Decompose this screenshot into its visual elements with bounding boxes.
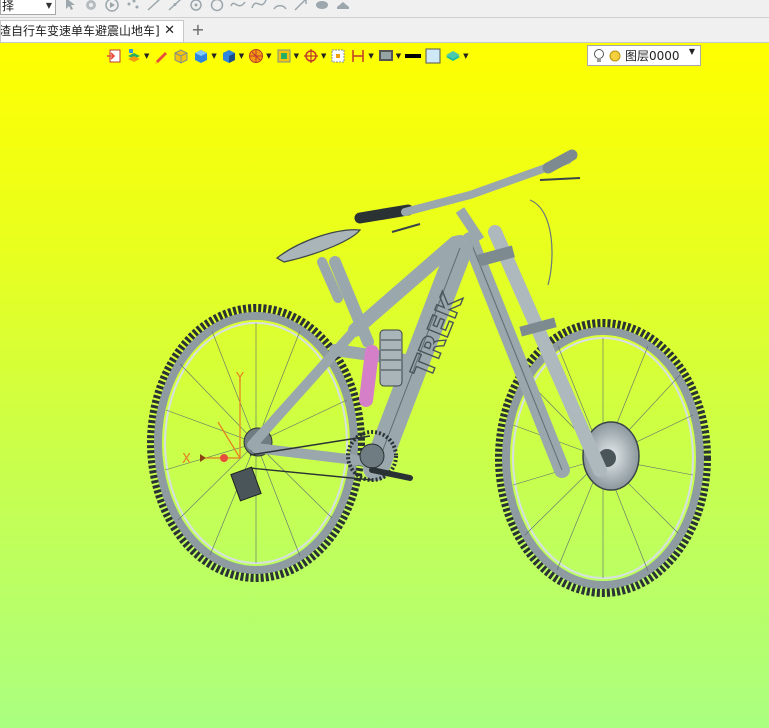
- x-axis-label: X: [182, 452, 191, 467]
- pointer-icon[interactable]: [62, 0, 78, 12]
- close-icon[interactable]: ✕: [164, 21, 175, 41]
- document-tab[interactable]: 渣自行车变速单车避震山地车] ✕: [0, 20, 184, 42]
- gear-icon[interactable]: [83, 0, 99, 12]
- curve-icon[interactable]: [251, 0, 267, 12]
- top-toolbar: 择 ▼: [0, 0, 769, 18]
- bicycle-3d-model[interactable]: TREK Y X: [0, 43, 769, 728]
- arc-icon[interactable]: [272, 0, 288, 12]
- new-tab-button[interactable]: +: [190, 20, 206, 40]
- 3d-viewport[interactable]: ▼ ▼ ▼ ▼ ▼ ▼ ▼ ▼ ▼ 图层0000 ▼ TREK Y X: [0, 43, 769, 728]
- arrow-icon[interactable]: [293, 0, 309, 12]
- spline-icon[interactable]: [230, 0, 246, 12]
- play-icon[interactable]: [104, 0, 120, 12]
- points-icon[interactable]: [125, 0, 141, 12]
- hat-icon[interactable]: [335, 0, 351, 12]
- document-tab-bar: 渣自行车变速单车避震山地车] ✕ +: [0, 18, 769, 43]
- front-wheel: [495, 319, 711, 597]
- y-axis-label: Y: [235, 371, 244, 386]
- line2-icon[interactable]: [167, 0, 183, 12]
- selection-filter-value: 择: [2, 0, 15, 13]
- circle-point-icon[interactable]: [188, 0, 204, 12]
- line-icon[interactable]: [146, 0, 162, 12]
- chevron-down-icon: ▼: [45, 1, 52, 10]
- document-tab-title: 渣自行车变速单车避震山地车]: [0, 24, 160, 38]
- selection-filter-dropdown[interactable]: 择 ▼: [0, 0, 56, 15]
- handlebar: [354, 149, 581, 286]
- cloud-icon[interactable]: [314, 0, 330, 12]
- circle-icon[interactable]: [209, 0, 225, 12]
